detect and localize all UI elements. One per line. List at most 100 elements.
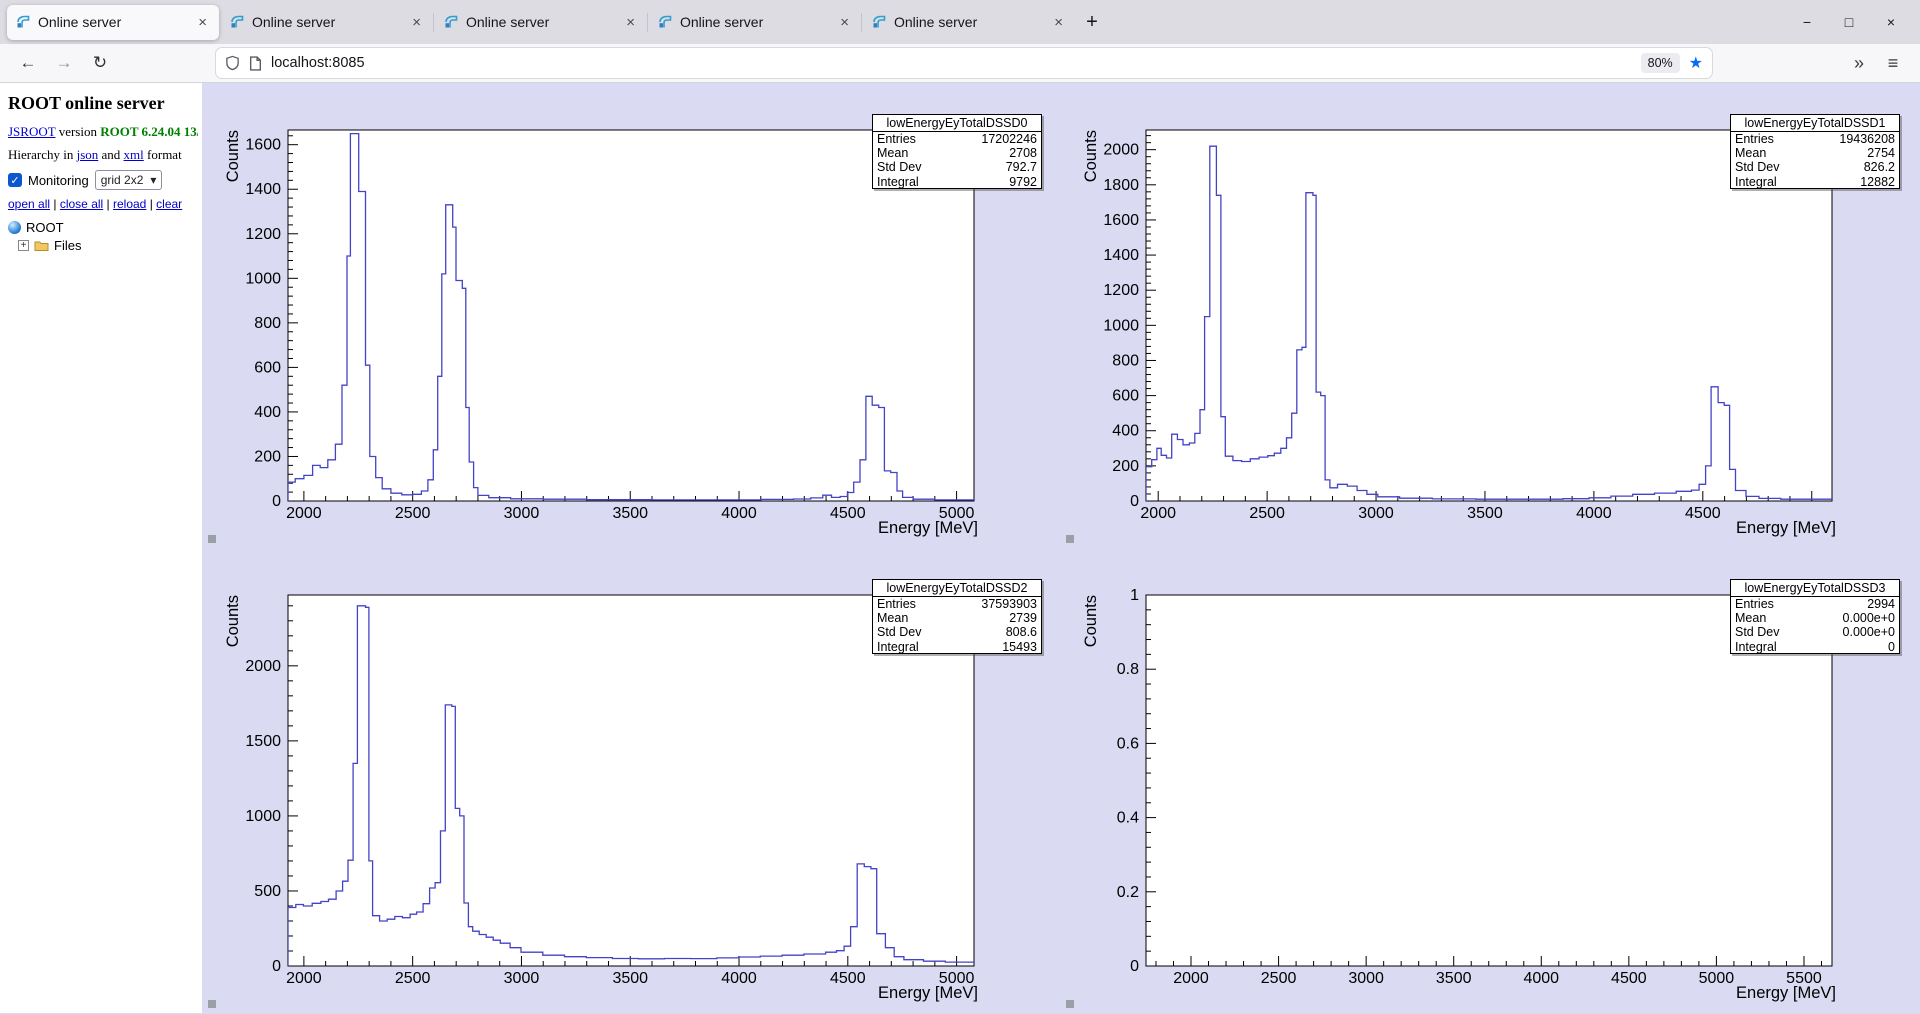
clear-link[interactable]: clear — [156, 197, 182, 211]
tab-close-icon[interactable]: × — [623, 14, 638, 31]
new-tab-button[interactable]: + — [1076, 6, 1108, 38]
svg-text:2000: 2000 — [286, 970, 322, 987]
minimize-icon[interactable]: − — [1790, 7, 1824, 37]
svg-text:800: 800 — [254, 315, 281, 332]
svg-text:1200: 1200 — [245, 226, 281, 243]
hierarchy-line: Hierarchy in json and xml format — [8, 147, 198, 163]
stats-box[interactable]: lowEnergyEyTotalDSSD3 Entries2994 Mean0.… — [1730, 579, 1900, 654]
svg-text:1400: 1400 — [245, 181, 281, 198]
stats-entries: 17202246 — [981, 132, 1037, 146]
pad-3[interactable]: 2000250030003500400045005000550000.20.40… — [1060, 548, 1918, 1013]
stats-title: lowEnergyEyTotalDSSD1 — [1731, 115, 1899, 132]
page-info-icon[interactable] — [249, 56, 262, 71]
url-text[interactable]: localhost:8085 — [271, 55, 1632, 71]
svg-text:400: 400 — [254, 404, 281, 421]
svg-text:4500: 4500 — [830, 505, 866, 522]
bookmark-star-icon[interactable]: ★ — [1689, 53, 1703, 73]
tree-root-label: ROOT — [26, 220, 64, 235]
tab-close-icon[interactable]: × — [195, 14, 210, 31]
stats-entries: 19436208 — [1839, 132, 1895, 146]
svg-text:3500: 3500 — [1467, 505, 1503, 522]
tab-3[interactable]: Online server× — [649, 5, 861, 40]
reload-icon[interactable]: ↻ — [84, 48, 116, 78]
tab-1[interactable]: Online server× — [221, 5, 433, 40]
svg-text:3000: 3000 — [1358, 505, 1394, 522]
reload-link[interactable]: reload — [113, 197, 146, 211]
shield-icon[interactable] — [225, 55, 240, 71]
expand-plus-icon[interactable]: + — [18, 240, 29, 251]
stats-mean: 2708 — [1009, 146, 1037, 160]
svg-text:Energy [MeV]: Energy [MeV] — [878, 984, 978, 1002]
tab-title: Online server — [38, 14, 187, 30]
svg-text:Energy [MeV]: Energy [MeV] — [878, 519, 978, 537]
url-bar[interactable]: localhost:8085 80% ★ — [216, 48, 1712, 78]
canvas-area: 2000250030003500400045005000020040060080… — [202, 83, 1920, 1013]
tab-bar: Online server×Online server×Online serve… — [0, 0, 1920, 44]
version-line: JSROOT version ROOT 6.24.04 13/07/2021 — [8, 124, 198, 140]
stats-std: 0.000e+0 — [1843, 625, 1895, 639]
svg-text:2500: 2500 — [1249, 505, 1285, 522]
svg-text:2000: 2000 — [1140, 505, 1176, 522]
forward-icon[interactable]: → — [48, 48, 80, 78]
stats-box[interactable]: lowEnergyEyTotalDSSD0 Entries17202246 Me… — [872, 114, 1042, 189]
svg-text:4000: 4000 — [1576, 505, 1612, 522]
stats-mean: 2739 — [1009, 611, 1037, 625]
monitoring-label: Monitoring — [28, 173, 89, 188]
back-icon[interactable]: ← — [12, 48, 44, 78]
svg-text:Counts: Counts — [1082, 595, 1100, 647]
monitoring-row: ✓ Monitoring grid 2x2▾ — [8, 170, 198, 190]
zoom-level-badge[interactable]: 80% — [1641, 53, 1680, 73]
window-close-icon[interactable]: × — [1874, 7, 1908, 37]
pad-resize-handle[interactable] — [208, 535, 216, 543]
close-all-link[interactable]: close all — [60, 197, 103, 211]
xml-link[interactable]: xml — [124, 147, 144, 162]
svg-text:2000: 2000 — [1103, 142, 1139, 159]
svg-text:3000: 3000 — [504, 970, 540, 987]
svg-text:2500: 2500 — [395, 505, 431, 522]
tab-2[interactable]: Online server× — [435, 5, 647, 40]
pad-resize-handle[interactable] — [208, 1000, 216, 1008]
monitoring-checkbox[interactable]: ✓ — [8, 173, 22, 187]
svg-text:0.2: 0.2 — [1117, 884, 1139, 901]
jsroot-link[interactable]: JSROOT — [8, 124, 55, 139]
root-favicon — [444, 15, 458, 29]
root-favicon — [872, 15, 886, 29]
svg-text:5000: 5000 — [1699, 970, 1735, 987]
tab-close-icon[interactable]: × — [1051, 14, 1066, 31]
tab-title: Online server — [894, 14, 1043, 30]
pad-resize-handle[interactable] — [1066, 535, 1074, 543]
tab-strip: Online server×Online server×Online serve… — [0, 0, 1076, 44]
svg-text:1600: 1600 — [245, 137, 281, 154]
stats-box[interactable]: lowEnergyEyTotalDSSD1 Entries19436208 Me… — [1730, 114, 1900, 189]
pad-2[interactable]: 2000250030003500400045005000050010001500… — [202, 548, 1060, 1013]
stats-std: 826.2 — [1864, 160, 1895, 174]
pad-resize-handle[interactable] — [1066, 1000, 1074, 1008]
overflow-chevrons-icon[interactable]: » — [1844, 53, 1874, 74]
pad-0[interactable]: 2000250030003500400045005000020040060080… — [202, 83, 1060, 548]
maximize-icon[interactable]: □ — [1832, 7, 1866, 37]
svg-text:1500: 1500 — [245, 733, 281, 750]
tab-4[interactable]: Online server × — [863, 5, 1075, 40]
svg-text:400: 400 — [1112, 423, 1139, 440]
tab-close-icon[interactable]: × — [837, 14, 852, 31]
svg-text:200: 200 — [254, 448, 281, 465]
tree-item-files[interactable]: + Files — [18, 238, 198, 253]
layout-select[interactable]: grid 2x2▾ — [95, 170, 163, 190]
tab-0[interactable]: Online server × — [7, 5, 219, 40]
svg-text:Counts: Counts — [224, 130, 242, 182]
stats-entries: 37593903 — [981, 597, 1037, 611]
pad-1[interactable]: 2000250030003500400045000200400600800100… — [1060, 83, 1918, 548]
stats-integral: 9792 — [1009, 175, 1037, 189]
svg-text:0.6: 0.6 — [1117, 735, 1139, 752]
window-controls: − □ × — [1790, 7, 1920, 37]
open-all-link[interactable]: open all — [8, 197, 50, 211]
menu-hamburger-icon[interactable]: ≡ — [1878, 53, 1908, 74]
tab-close-icon[interactable]: × — [409, 14, 424, 31]
root-sphere-icon — [8, 221, 21, 234]
stats-box[interactable]: lowEnergyEyTotalDSSD2 Entries37593903 Me… — [872, 579, 1042, 654]
json-link[interactable]: json — [77, 147, 99, 162]
stats-std: 792.7 — [1006, 160, 1037, 174]
tree-item-root[interactable]: ROOT — [8, 220, 198, 235]
root-favicon — [230, 15, 244, 29]
stats-integral: 15493 — [1002, 640, 1037, 654]
